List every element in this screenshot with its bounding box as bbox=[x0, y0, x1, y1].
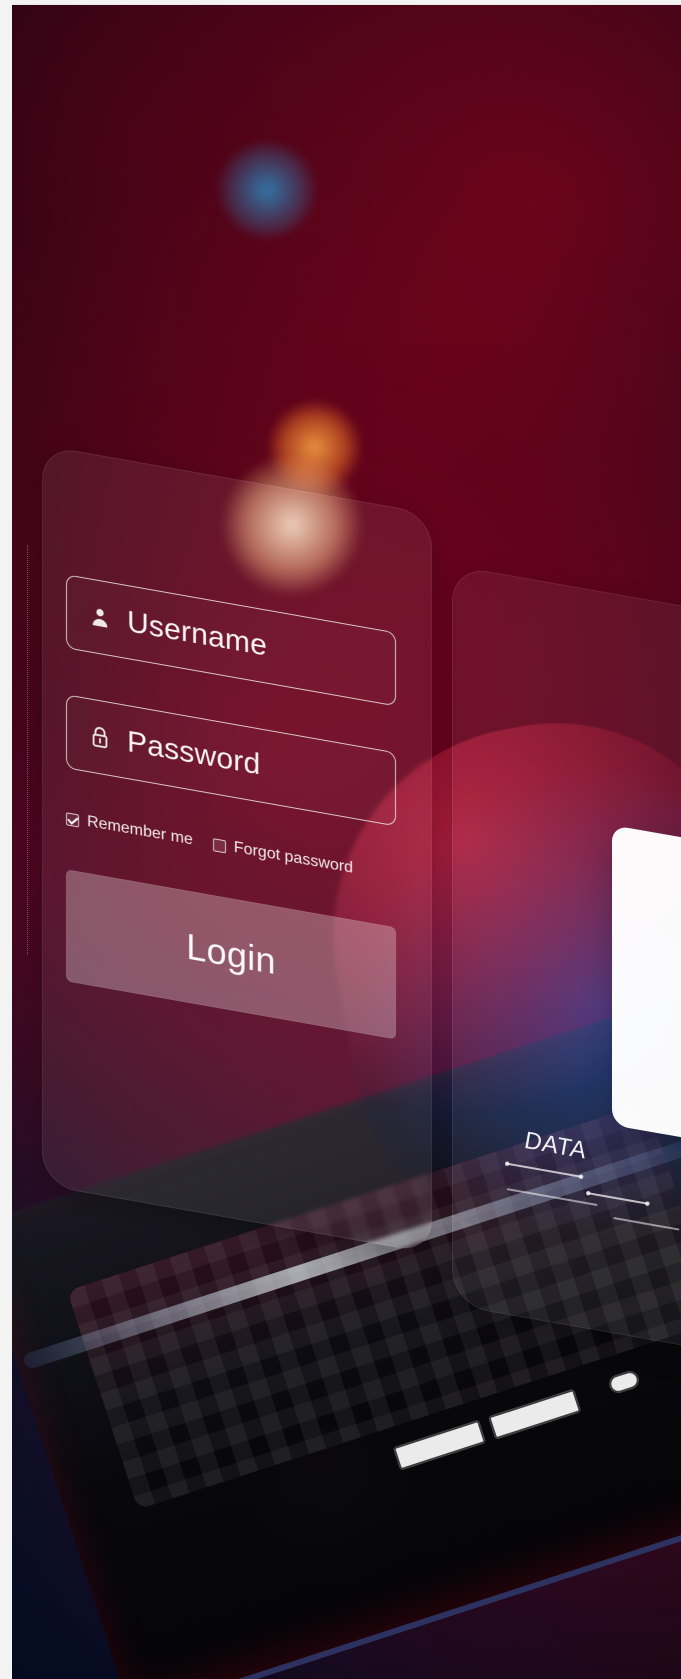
username-field[interactable]: Username bbox=[66, 574, 396, 707]
username-label: Username bbox=[127, 604, 267, 663]
password-field[interactable]: Password bbox=[66, 694, 396, 827]
port-light bbox=[607, 1368, 642, 1396]
dotted-guide-line bbox=[27, 545, 28, 955]
login-card-content: Username Password Remember me Forgot pas… bbox=[42, 445, 432, 1254]
login-glass-card: Username Password Remember me Forgot pas… bbox=[42, 445, 432, 1254]
login-button-label: Login bbox=[186, 925, 276, 983]
usb-port bbox=[488, 1388, 582, 1440]
white-glass-tile bbox=[612, 825, 681, 1147]
forgot-password-checkbox[interactable]: Forgot password bbox=[212, 835, 353, 878]
usb-port bbox=[393, 1419, 487, 1471]
background-photo: Username Password Remember me Forgot pas… bbox=[12, 4, 681, 1679]
forgot-password-label: Forgot password bbox=[233, 838, 353, 877]
checkbox-unchecked-icon bbox=[212, 837, 226, 853]
remember-me-checkbox[interactable]: Remember me bbox=[66, 809, 193, 849]
lock-icon bbox=[89, 724, 111, 750]
checkbox-checked-icon bbox=[66, 811, 79, 828]
password-label: Password bbox=[127, 724, 261, 782]
bokeh-light bbox=[217, 140, 317, 240]
remember-me-label: Remember me bbox=[87, 812, 193, 849]
user-icon bbox=[89, 604, 111, 630]
login-button[interactable]: Login bbox=[66, 869, 396, 1040]
page: Username Password Remember me Forgot pas… bbox=[0, 0, 681, 1679]
